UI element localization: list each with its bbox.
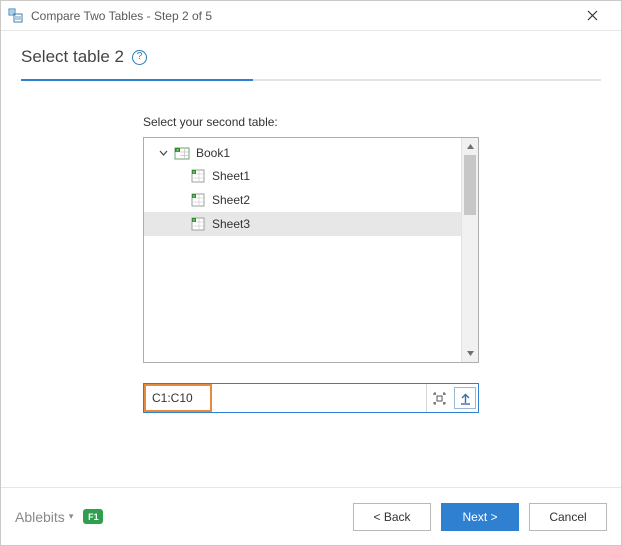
chevron-down-icon: ▾	[69, 511, 74, 522]
page-title: Select table 2	[21, 47, 124, 67]
sheet-label: Sheet3	[212, 217, 250, 231]
back-button[interactable]: < Back	[353, 503, 431, 531]
cancel-button[interactable]: Cancel	[529, 503, 607, 531]
scroll-down-icon[interactable]	[462, 345, 478, 362]
select-range-icon	[432, 391, 447, 406]
panel: Select your second table:	[143, 115, 479, 487]
app-icon	[7, 7, 25, 25]
tree-sheet[interactable]: X Sheet2	[144, 188, 461, 212]
help-key-badge[interactable]: F1	[83, 509, 103, 524]
titlebar: Compare Two Tables - Step 2 of 5	[1, 1, 621, 31]
tree-container: X Book1	[143, 137, 479, 363]
sheet-icon: X	[190, 216, 206, 232]
page-title-row: Select table 2 ?	[21, 47, 601, 67]
tree-scroll: X Book1	[144, 138, 461, 362]
tree: X Book1	[144, 138, 461, 240]
sheet-icon: X	[190, 168, 206, 184]
footer: Ablebits ▾ F1 < Back Next > Cancel	[1, 487, 621, 545]
sheet-label: Sheet1	[212, 169, 250, 183]
brand-label: Ablebits	[15, 509, 65, 525]
close-icon	[587, 10, 598, 21]
header: Select table 2 ?	[1, 31, 621, 89]
workbook-label: Book1	[196, 146, 230, 160]
tree-workbook[interactable]: X Book1	[144, 142, 461, 164]
help-icon[interactable]: ?	[132, 50, 147, 65]
range-row	[143, 383, 479, 413]
svg-text:X: X	[176, 149, 179, 153]
range-input[interactable]	[144, 384, 426, 412]
scroll-up-icon[interactable]	[462, 138, 478, 155]
progress-fill	[21, 79, 253, 81]
vertical-scrollbar[interactable]	[461, 138, 478, 362]
select-range-button[interactable]	[426, 384, 452, 412]
chevron-down-icon	[158, 148, 168, 158]
brand[interactable]: Ablebits ▾	[15, 509, 73, 525]
scroll-track[interactable]	[462, 155, 478, 345]
panel-label: Select your second table:	[143, 115, 479, 129]
range-buttons	[426, 384, 478, 412]
next-button[interactable]: Next >	[441, 503, 519, 531]
sheet-icon: X	[190, 192, 206, 208]
sheet-label: Sheet2	[212, 193, 250, 207]
tree-sheet[interactable]: X Sheet3	[144, 212, 461, 236]
body: Select your second table:	[1, 89, 621, 487]
window-title: Compare Two Tables - Step 2 of 5	[31, 9, 571, 23]
expand-range-button[interactable]	[454, 387, 476, 409]
progress-bar	[21, 79, 601, 81]
workbook-icon: X	[174, 145, 190, 161]
close-button[interactable]	[571, 2, 613, 30]
dialog-window: Compare Two Tables - Step 2 of 5 Select …	[0, 0, 622, 546]
range-input-wrap	[144, 384, 426, 412]
scroll-thumb[interactable]	[464, 155, 476, 215]
expand-icon	[459, 392, 472, 405]
tree-sheet[interactable]: X Sheet1	[144, 164, 461, 188]
